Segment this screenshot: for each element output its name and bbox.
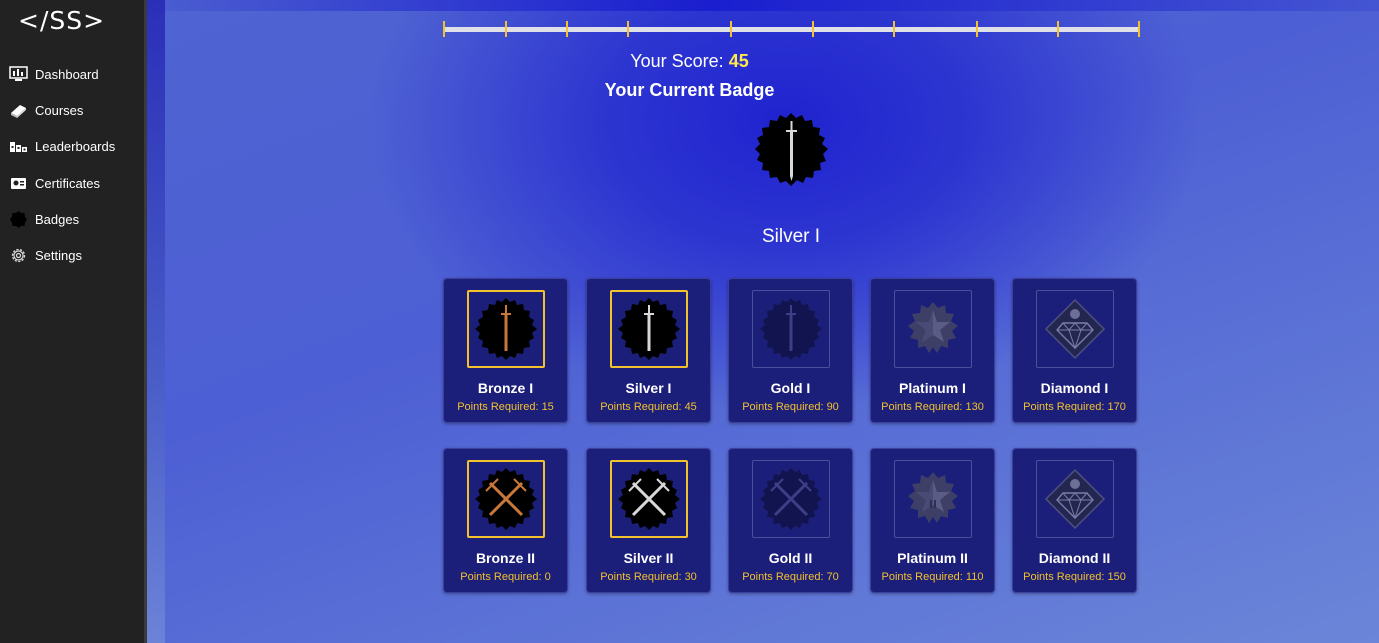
gear-icon <box>9 246 28 265</box>
progress-tick <box>893 21 895 37</box>
badge-points-required: Points Required: 30 <box>600 571 697 583</box>
badge-name: Platinum II <box>897 550 968 566</box>
progress-tick <box>812 21 814 37</box>
silver-sword-badge-icon <box>753 112 829 188</box>
badge-points-required: Points Required: 70 <box>742 571 839 583</box>
badge-name: Diamond II <box>1038 550 1111 566</box>
badge-card-diamond-ii[interactable]: Diamond II Points Required: 150 <box>1012 448 1137 593</box>
badge-points-required: Points Required: 15 <box>457 401 554 413</box>
score-progress-bar <box>443 20 1140 38</box>
gold-sword-badge-icon <box>752 290 830 368</box>
book-icon <box>9 101 28 120</box>
badge-card-platinum-ii[interactable]: Platinum II Points Required: 110 <box>870 448 995 593</box>
progress-tick <box>505 21 507 37</box>
sidebar-item-label: Certificates <box>35 175 101 191</box>
badge-card-diamond-i[interactable]: Diamond I Points Required: 170 <box>1012 278 1137 423</box>
diamond-badge-icon <box>1036 290 1114 368</box>
badge-card-bronze-ii[interactable]: Bronze II Points Required: 0 <box>443 448 568 593</box>
badge-points-required: Points Required: 170 <box>1023 401 1126 413</box>
badge-card-gold-ii[interactable]: Gold II Points Required: 70 <box>728 448 853 593</box>
platinum-star-badge-icon <box>894 290 972 368</box>
progress-tick <box>566 21 568 37</box>
badge-card-silver-i[interactable]: Silver I Points Required: 45 <box>586 278 711 423</box>
badge-name: Gold I <box>770 380 811 396</box>
badge-points-required: Points Required: 130 <box>881 401 984 413</box>
score-display: Your Score: 45 <box>0 51 1379 72</box>
diamond-badge-icon <box>1036 460 1114 538</box>
badge-name: Bronze I <box>477 380 534 396</box>
current-badge-name: Silver I <box>761 226 821 247</box>
progress-tick <box>1057 21 1059 37</box>
score-label: Your Score: <box>630 51 724 71</box>
progress-tick <box>730 21 732 37</box>
progress-tick <box>443 21 445 37</box>
progress-tick <box>1138 21 1140 37</box>
sidebar-item-label: Badges <box>35 211 80 227</box>
badge-points-required: Points Required: 90 <box>742 401 839 413</box>
badge-card-gold-i[interactable]: Gold I Points Required: 90 <box>728 278 853 423</box>
sidebar-item-certificates[interactable]: Certificates <box>0 168 144 198</box>
bronze-sword-badge-icon <box>467 290 545 368</box>
badge-name: Diamond I <box>1040 380 1109 396</box>
badge-name: Silver I <box>625 380 672 396</box>
badge-card-bronze-i[interactable]: Bronze I Points Required: 15 <box>443 278 568 423</box>
sidebar-item-leaderboards[interactable]: Leaderboards <box>0 131 144 161</box>
score-value: 45 <box>728 51 749 71</box>
badge-points-required: Points Required: 0 <box>460 571 551 583</box>
badge-card-platinum-i[interactable]: Platinum I Points Required: 130 <box>870 278 995 423</box>
badge-name: Bronze II <box>475 550 536 566</box>
silver-crossed-swords-badge-icon <box>610 460 688 538</box>
badge-name: Silver II <box>623 550 674 566</box>
badge-name: Gold II <box>768 550 813 566</box>
certificate-icon <box>9 174 28 193</box>
progress-tick <box>627 21 629 37</box>
leaderboard-icon <box>9 137 28 156</box>
sidebar-item-label: Courses <box>35 102 84 118</box>
badge-points-required: Points Required: 110 <box>881 571 984 583</box>
current-badge-title: Your Current Badge <box>604 80 775 100</box>
sidebar-item-label: Leaderboards <box>35 138 116 154</box>
badge-points-required: Points Required: 150 <box>1023 571 1126 583</box>
silver-sword-badge-icon <box>610 290 688 368</box>
badge-points-required: Points Required: 45 <box>600 401 697 413</box>
top-strip <box>165 0 1379 11</box>
gold-crossed-swords-badge-icon <box>752 460 830 538</box>
badge-name: Platinum I <box>899 380 966 396</box>
badge-card-silver-ii[interactable]: Silver II Points Required: 30 <box>586 448 711 593</box>
platinum-star-badge-icon <box>894 460 972 538</box>
app-logo[interactable]: </SS> <box>18 6 105 35</box>
progress-tick <box>976 21 978 37</box>
progress-track <box>443 27 1140 32</box>
bronze-crossed-swords-badge-icon <box>467 460 545 538</box>
sidebar-item-label: Settings <box>35 247 82 263</box>
